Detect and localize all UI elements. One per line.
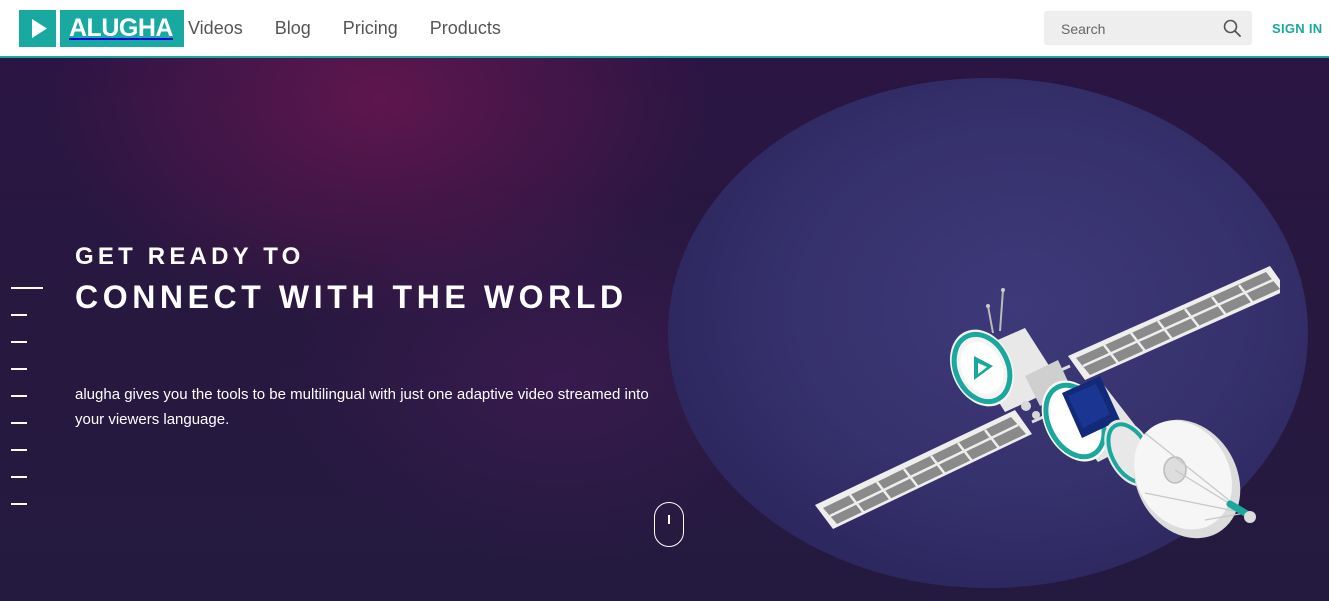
slide-dot-4[interactable]: [11, 368, 27, 370]
slide-dot-8[interactable]: [11, 476, 27, 478]
hero-description: alugha gives you the tools to be multili…: [75, 386, 649, 428]
hero-kicker: GET READY TO: [75, 243, 305, 270]
slide-indicator: [11, 287, 51, 530]
solar-panel-lower: [815, 410, 1051, 529]
slide-dot-6[interactable]: [11, 422, 27, 424]
slide-dot-1[interactable]: [11, 287, 43, 289]
slide-dot-2[interactable]: [11, 314, 27, 316]
solar-panel-upper: [1051, 266, 1280, 380]
brand-logo[interactable]: ALUGHA: [19, 10, 184, 47]
slide-dot-9[interactable]: [11, 503, 27, 505]
satellite-dish: [1133, 419, 1256, 539]
hero-headline: CONNECT WITH THE WORLD: [75, 279, 628, 315]
slide-dot-3[interactable]: [11, 341, 27, 343]
scroll-mouse-icon[interactable]: [654, 502, 684, 547]
play-icon: [19, 10, 56, 47]
satellite-illustration: [815, 266, 1280, 539]
slide-dot-5[interactable]: [11, 395, 27, 397]
search-icon[interactable]: [1223, 19, 1241, 42]
slide-dot-7[interactable]: [11, 449, 27, 451]
hero-section: GET READY TO CONNECT WITH THE WORLD alug…: [0, 58, 1329, 601]
brand-wordmark: ALUGHA: [60, 10, 184, 47]
main-nav: Videos Blog Pricing Products: [188, 0, 533, 56]
search-input[interactable]: [1059, 11, 1213, 47]
nav-item-videos[interactable]: Videos: [188, 18, 243, 39]
nav-item-products[interactable]: Products: [430, 18, 501, 39]
top-navbar: ALUGHA Videos Blog Pricing Products SIGN…: [0, 0, 1329, 58]
mouse-wheel: [668, 515, 670, 524]
sign-in-link[interactable]: SIGN IN: [1272, 21, 1323, 36]
search-box: [1044, 11, 1252, 47]
nav-item-blog[interactable]: Blog: [275, 18, 311, 39]
nav-item-pricing[interactable]: Pricing: [343, 18, 398, 39]
